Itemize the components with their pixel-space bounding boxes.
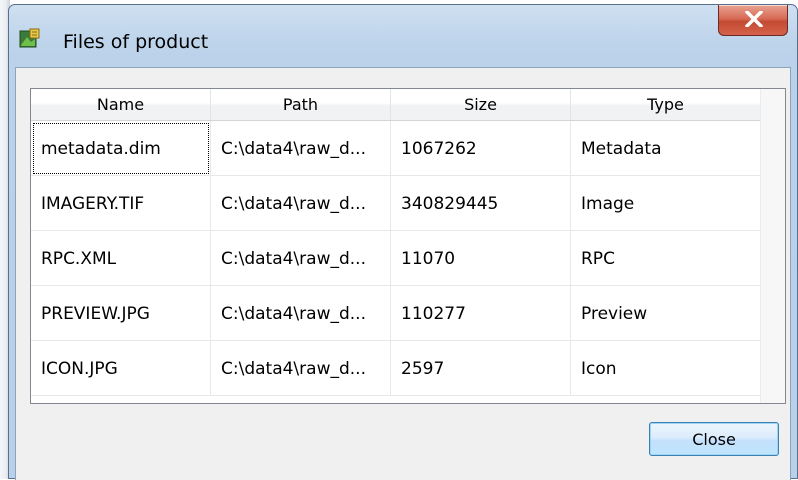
cell-name[interactable]: RPC.XML	[31, 231, 211, 286]
column-header-type[interactable]: Type	[571, 89, 761, 120]
cell-size[interactable]: 2597	[391, 341, 571, 396]
table-row[interactable]: IMAGERY.TIF C:\data4\raw_d... 340829445 …	[31, 176, 761, 231]
column-header-path[interactable]: Path	[211, 89, 391, 120]
cell-size[interactable]: 11070	[391, 231, 571, 286]
product-app-icon	[19, 28, 41, 50]
files-table[interactable]: Name Path Size Type metadata.dim C:\data…	[30, 88, 786, 404]
cell-path[interactable]: C:\data4\raw_d...	[211, 176, 391, 231]
window-close-button[interactable]	[718, 5, 788, 36]
cell-type[interactable]: Metadata	[571, 121, 761, 176]
column-header-name[interactable]: Name	[31, 89, 211, 120]
cell-type[interactable]: Preview	[571, 286, 761, 341]
close-button[interactable]: Close	[649, 422, 779, 456]
window-title: Files of product	[63, 31, 209, 53]
cell-path[interactable]: C:\data4\raw_d...	[211, 231, 391, 286]
column-header-size[interactable]: Size	[391, 89, 571, 120]
table-body: metadata.dim C:\data4\raw_d... 1067262 M…	[31, 121, 761, 396]
table-header: Name Path Size Type	[31, 89, 761, 121]
cell-type[interactable]: RPC	[571, 231, 761, 286]
cell-size[interactable]: 340829445	[391, 176, 571, 231]
cell-name[interactable]: ICON.JPG	[31, 341, 211, 396]
table-row[interactable]: ICON.JPG C:\data4\raw_d... 2597 Icon	[31, 341, 761, 396]
cell-type[interactable]: Image	[571, 176, 761, 231]
cell-name[interactable]: PREVIEW.JPG	[31, 286, 211, 341]
cell-size[interactable]: 110277	[391, 286, 571, 341]
cell-name[interactable]: metadata.dim	[31, 121, 211, 176]
files-of-product-dialog: Files of product Name Path Size Type met…	[8, 4, 798, 480]
cell-path[interactable]: C:\data4\raw_d...	[211, 121, 391, 176]
table-row[interactable]: PREVIEW.JPG C:\data4\raw_d... 110277 Pre…	[31, 286, 761, 341]
cell-size[interactable]: 1067262	[391, 121, 571, 176]
cell-type[interactable]: Icon	[571, 341, 761, 396]
vertical-scrollbar[interactable]	[760, 89, 785, 403]
dialog-content: Name Path Size Type metadata.dim C:\data…	[15, 67, 791, 480]
table-row[interactable]: metadata.dim C:\data4\raw_d... 1067262 M…	[31, 121, 761, 176]
cell-path[interactable]: C:\data4\raw_d...	[211, 286, 391, 341]
cell-path[interactable]: C:\data4\raw_d...	[211, 341, 391, 396]
table-row[interactable]: RPC.XML C:\data4\raw_d... 11070 RPC	[31, 231, 761, 286]
cell-name[interactable]: IMAGERY.TIF	[31, 176, 211, 231]
